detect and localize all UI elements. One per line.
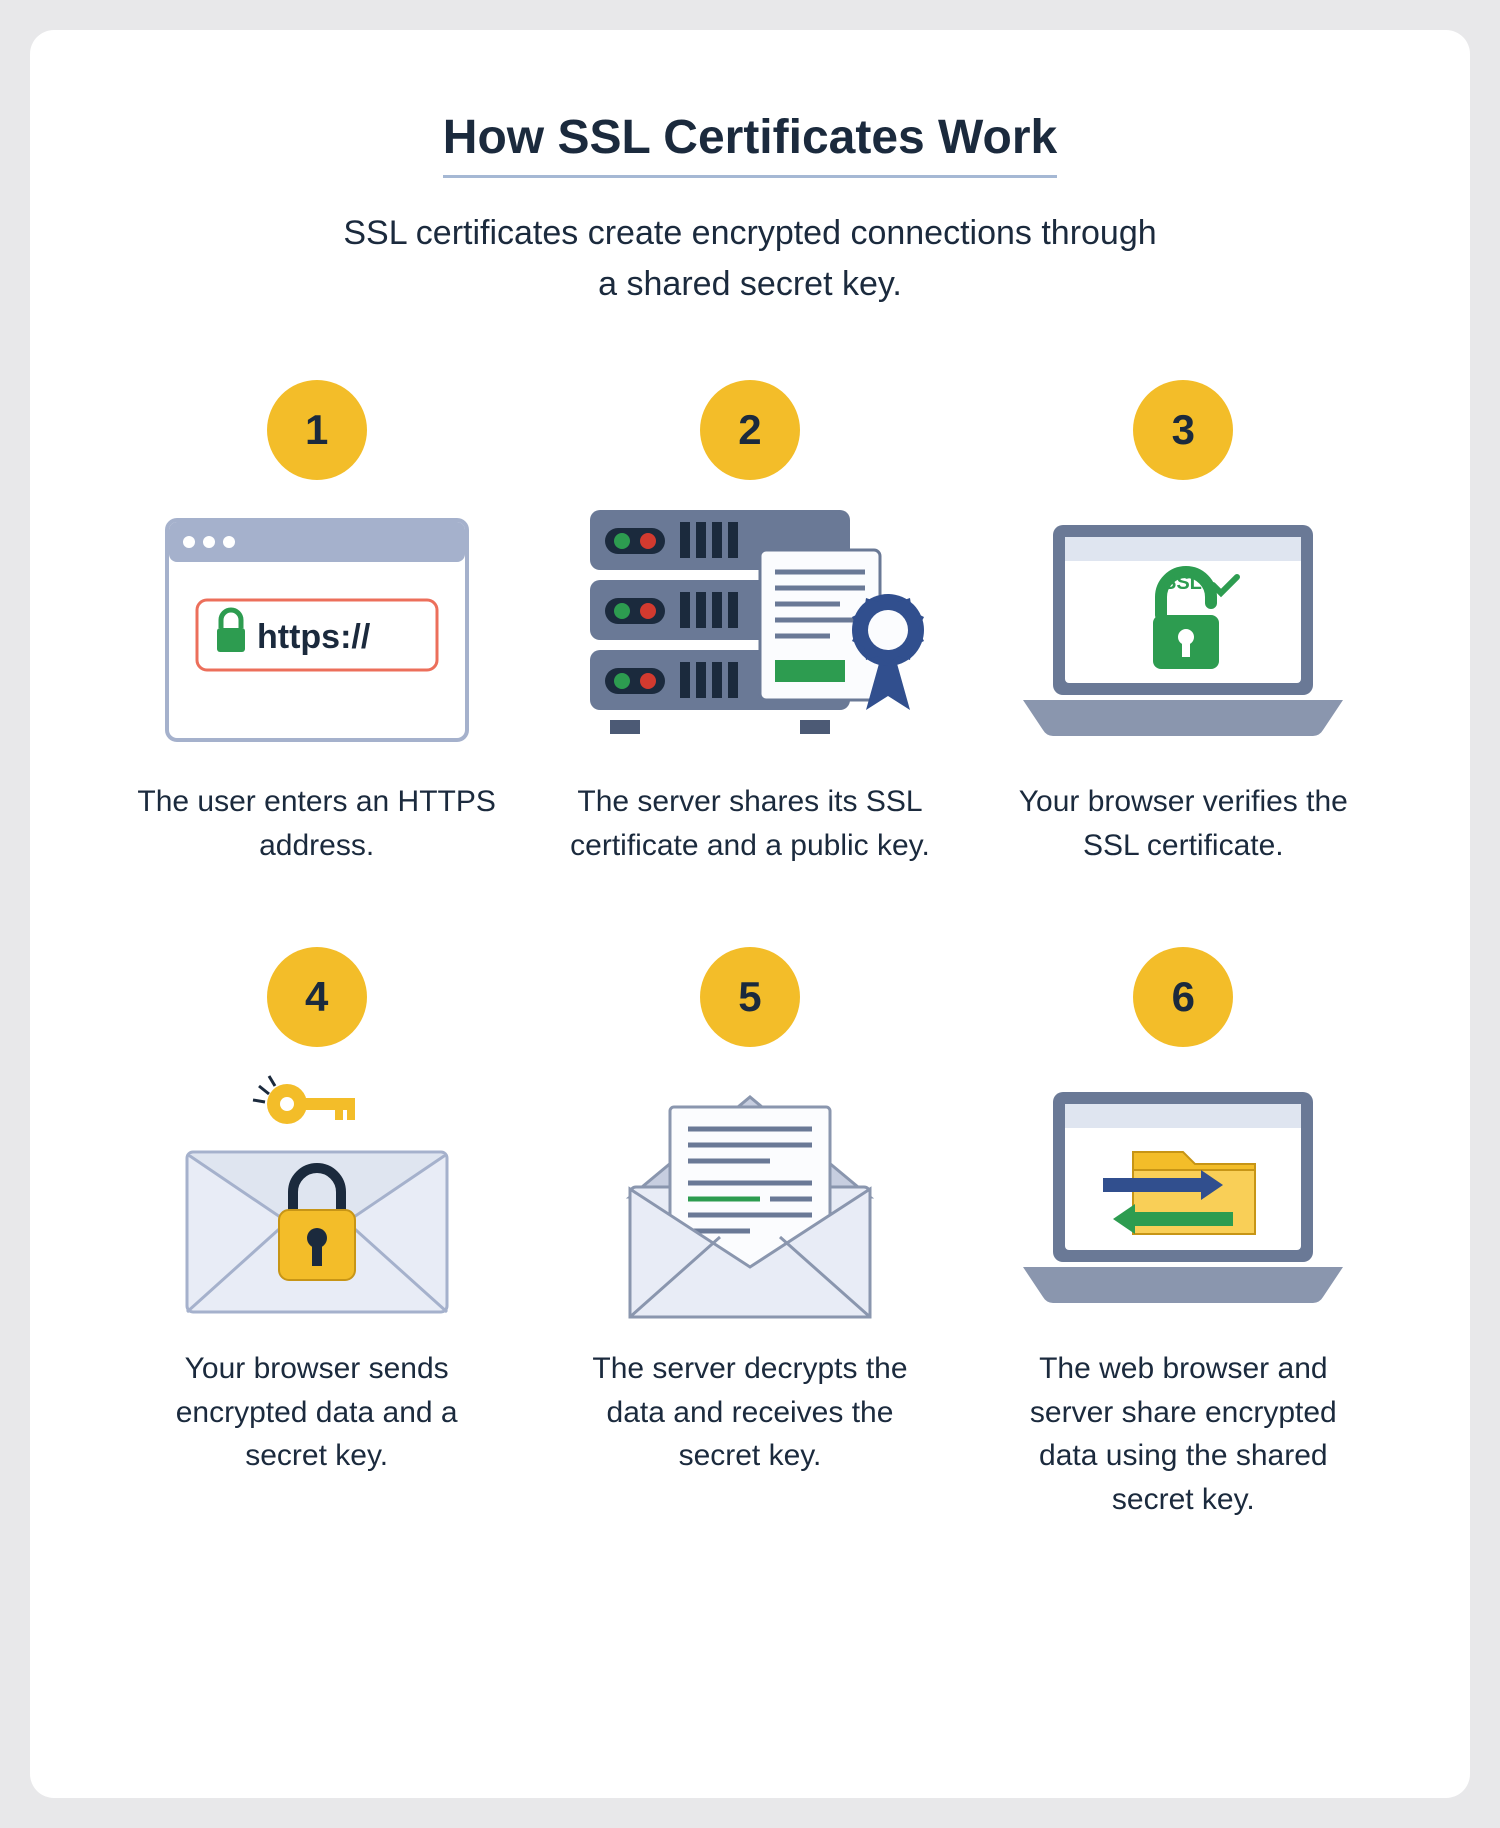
step-badge: 6 bbox=[1133, 947, 1233, 1047]
step-badge: 5 bbox=[700, 947, 800, 1047]
step-1: 1 https:// The user enters an HTTPS addr… bbox=[120, 380, 513, 867]
step-badge: 3 bbox=[1133, 380, 1233, 480]
title: How SSL Certificates Work bbox=[443, 110, 1057, 178]
header: How SSL Certificates Work SSL certificat… bbox=[120, 110, 1380, 310]
browser-https-icon: https:// bbox=[167, 510, 467, 750]
step-4: 4 bbox=[120, 947, 513, 1521]
step-caption: The server decrypts the data and receive… bbox=[570, 1347, 930, 1478]
step-badge: 2 bbox=[700, 380, 800, 480]
envelope-document-icon bbox=[600, 1077, 900, 1317]
svg-text:SSL: SSL bbox=[1163, 572, 1202, 594]
https-text: https:// bbox=[257, 618, 371, 656]
laptop-folder-arrows-icon bbox=[1013, 1077, 1353, 1317]
step-badge: 1 bbox=[267, 380, 367, 480]
infographic-card: How SSL Certificates Work SSL certificat… bbox=[30, 30, 1470, 1798]
subtitle: SSL certificates create encrypted connec… bbox=[340, 208, 1160, 310]
step-badge: 4 bbox=[267, 947, 367, 1047]
step-5: 5 bbox=[553, 947, 946, 1521]
step-6: 6 bbox=[987, 947, 1380, 1521]
step-caption: The user enters an HTTPS address. bbox=[137, 780, 497, 867]
laptop-ssl-lock-icon: SSL bbox=[1013, 510, 1353, 750]
step-caption: Your browser sends encrypted data and a … bbox=[137, 1347, 497, 1478]
step-3: 3 SSL Yo bbox=[987, 380, 1380, 867]
step-caption: The server shares its SSL certificate an… bbox=[570, 780, 930, 867]
steps-grid: 1 https:// The user enters an HTTPS addr… bbox=[120, 380, 1380, 1521]
server-certificate-icon bbox=[570, 510, 930, 750]
envelope-lock-key-icon bbox=[167, 1077, 467, 1317]
step-caption: The web browser and server share encrypt… bbox=[1003, 1347, 1363, 1521]
step-2: 2 bbox=[553, 380, 946, 867]
step-caption: Your browser verifies the SSL certificat… bbox=[1003, 780, 1363, 867]
